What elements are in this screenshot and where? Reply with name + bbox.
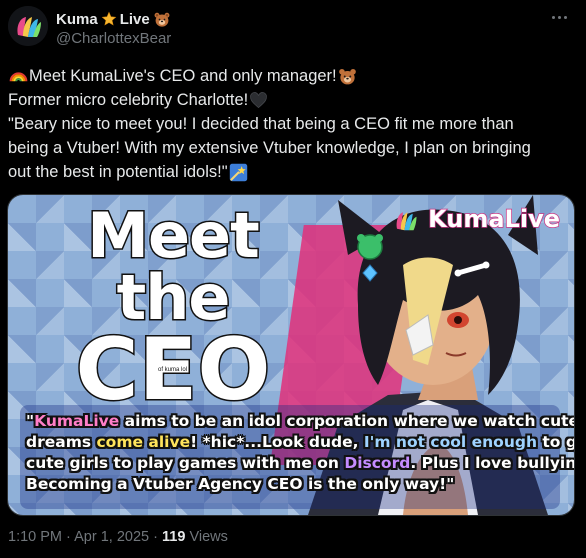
rainbow-icon: [9, 71, 28, 81]
post-meta: 1:10 PM · Apr 1, 2025 · 119 Views: [8, 529, 228, 545]
post-image[interactable]: Meet the CEO of kuma lol KumaLive "KumaL…: [7, 194, 575, 516]
quote-segment: . Plus I love bullying.: [410, 454, 575, 472]
display-name-suffix[interactable]: Live: [120, 11, 150, 28]
quote-highlight: I'm not cool enough: [363, 433, 537, 451]
quote-line-3: cute girls to play games with me on Disc…: [26, 453, 574, 474]
headline-line-1: Meet the: [86, 199, 261, 334]
image-quote: "KumaLive aims to be an idol corporation…: [26, 411, 574, 495]
image-headline: Meet the CEO: [48, 199, 298, 415]
post-time[interactable]: 1:10 PM: [8, 529, 62, 545]
post-text-line-3: "Beary nice to meet you! I decided that …: [8, 115, 514, 133]
author-name-row[interactable]: Kuma Live: [56, 9, 171, 29]
quote-line-4: Becoming a Vtuber Agency CEO is the only…: [26, 474, 566, 495]
views-label: Views: [189, 529, 228, 545]
post-text: Meet KumaLive's CEO and only manager! Fo…: [8, 64, 568, 184]
image-brand-name: KumaLive: [427, 204, 560, 234]
post-text-line: "Beary nice to meet you! I decided that …: [8, 112, 568, 136]
post-container: Kuma Live @CharlottexBear Meet KumaLive'…: [0, 0, 586, 558]
quote-segment: cute girls to play games with me on: [26, 454, 345, 472]
quote-segment: aims to be an idol corporation where we …: [124, 412, 574, 430]
post-text-line: Former micro celebrity Charlotte!: [8, 88, 568, 112]
bear-face-icon: [338, 68, 356, 84]
bear-face-icon: [154, 12, 170, 27]
more-options-icon[interactable]: [546, 8, 572, 26]
kumalive-logo-icon: [8, 6, 48, 46]
post-text-line: out the best in potential idols!": [8, 160, 568, 184]
star-icon: [101, 11, 116, 26]
meta-separator: ·: [66, 529, 71, 545]
post-text-line: Meet KumaLive's CEO and only manager!: [8, 64, 568, 88]
quote-segment: dreams: [26, 433, 97, 451]
author-handle[interactable]: @CharlottexBear: [56, 30, 171, 47]
avatar[interactable]: [8, 6, 48, 46]
quote-highlight: Discord: [344, 454, 411, 472]
quote-segment: ! *hic*...Look dude,: [190, 433, 364, 451]
quote-line-1: "KumaLive aims to be an idol corporation…: [26, 411, 574, 432]
quote-highlight: KumaLive: [34, 412, 120, 430]
post-text-line-4: being a Vtuber! With my extensive Vtuber…: [8, 139, 531, 157]
meta-separator: ·: [153, 529, 158, 545]
image-fine-print: of kuma lol: [158, 367, 188, 373]
post-date[interactable]: Apr 1, 2025: [74, 529, 149, 545]
image-brand-logo: KumaLive: [394, 204, 561, 234]
views-count: 119: [162, 529, 186, 545]
quote-highlight: come alive: [96, 433, 191, 451]
post-text-line-5: out the best in potential idols!": [8, 163, 228, 181]
quote-segment: Becoming a Vtuber Agency CEO is the only…: [26, 475, 455, 493]
post-text-line: being a Vtuber! With my extensive Vtuber…: [8, 136, 568, 160]
post-text-line-2: Former micro celebrity Charlotte!: [8, 91, 249, 109]
display-name[interactable]: Kuma: [56, 11, 98, 28]
kumalive-logo-icon: [396, 212, 417, 231]
post-text-line-1: Meet KumaLive's CEO and only manager!: [29, 67, 337, 85]
quote-line-2: dreams come alive! *hic*...Look dude, I'…: [26, 432, 574, 453]
quote-segment: to get: [542, 433, 574, 451]
shooting-star-icon: [229, 163, 247, 181]
quote-segment: ": [26, 412, 35, 430]
black-heart-icon: [250, 91, 267, 108]
